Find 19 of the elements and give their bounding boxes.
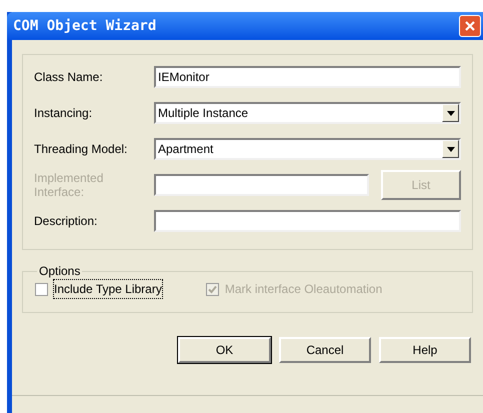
dialog-button[interactable]: Help xyxy=(379,337,471,363)
close-icon[interactable] xyxy=(459,15,481,37)
window-title: COM Object Wizard xyxy=(13,16,156,36)
field-label: Instancing: xyxy=(34,106,94,120)
dropdown-field[interactable]: Apartment xyxy=(154,138,461,160)
field-label: Class Name: xyxy=(34,70,104,84)
field-label: Implemented Interface: xyxy=(34,171,104,199)
field-label: Description: xyxy=(34,214,98,228)
text-field[interactable] xyxy=(154,174,369,196)
checkbox-label: Mark interface Oleautomation xyxy=(224,281,382,298)
dialog-button[interactable]: Cancel xyxy=(279,337,371,363)
checkbox-label: Include Type Library xyxy=(54,280,162,298)
text-field[interactable]: IEMonitor xyxy=(154,66,461,88)
group-title: Options xyxy=(38,263,82,280)
checkbox[interactable] xyxy=(35,282,48,296)
field-label: Threading Model: xyxy=(34,142,128,156)
dialog-button[interactable]: OK xyxy=(178,337,271,363)
dropdown-field[interactable]: Multiple Instance xyxy=(154,102,461,124)
text-field[interactable] xyxy=(154,210,461,232)
